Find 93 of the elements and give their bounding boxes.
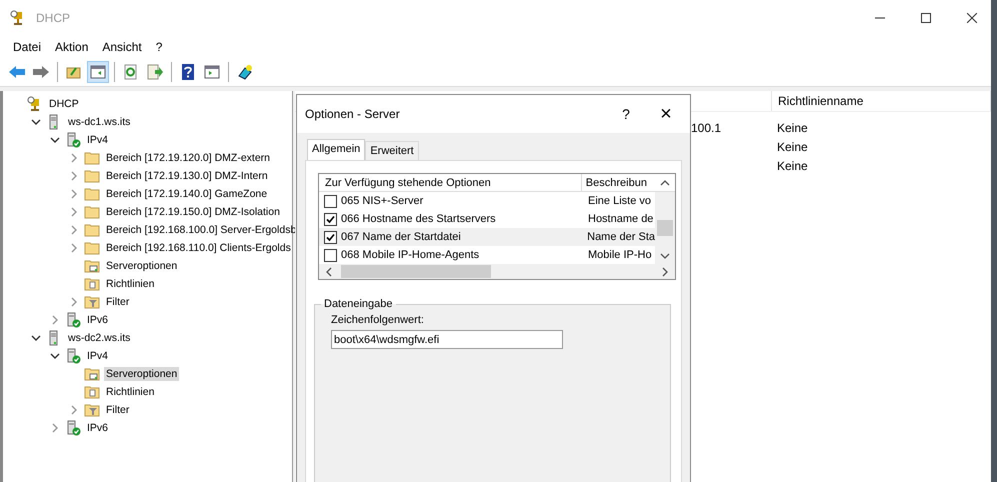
chevron-right-icon[interactable]	[69, 405, 79, 415]
maximize-icon[interactable]	[921, 13, 931, 23]
checkbox[interactable]	[324, 248, 337, 262]
server-check-icon	[65, 312, 81, 328]
table-cell: 100.1	[691, 120, 722, 134]
column-header[interactable]: Richtlinienname	[771, 91, 991, 111]
tree-item[interactable]: IPv4	[85, 133, 110, 147]
folder-icon	[84, 168, 100, 184]
scroll-down-icon[interactable]	[660, 252, 670, 260]
column-header[interactable]: Beschreibun	[582, 176, 656, 188]
window-title: DHCP	[36, 11, 70, 25]
option-row[interactable]: 066 Hostname des Startservers Hostname de	[319, 210, 655, 228]
scroll-left-icon[interactable]	[325, 266, 333, 276]
checkbox[interactable]	[324, 230, 337, 244]
checkbox[interactable]	[324, 194, 337, 208]
menu-item[interactable]: Aktion	[55, 40, 88, 54]
tree-item[interactable]: Bereich [172.19.130.0] DMZ-Intern	[104, 169, 270, 183]
chevron-right-icon[interactable]	[50, 315, 60, 325]
chevron-down-icon[interactable]	[31, 333, 41, 343]
folder-document-icon	[84, 384, 100, 400]
server-check-icon	[65, 132, 81, 148]
tree-item[interactable]: ws-dc2.ws.its	[66, 331, 132, 345]
tree-item[interactable]: IPv6	[85, 421, 110, 435]
folder-icon	[84, 204, 100, 220]
tree-item[interactable]: Filter	[104, 403, 132, 417]
tree-item[interactable]: Filter	[104, 295, 132, 309]
folder-icon	[84, 240, 100, 256]
option-row[interactable]: 068 Mobile IP-Home-Agents Mobile IP-Ho	[319, 246, 655, 264]
folder-grid-icon	[84, 366, 100, 382]
chevron-right-icon[interactable]	[69, 189, 79, 199]
chevron-right-icon[interactable]	[69, 207, 79, 217]
tree-item[interactable]: Bereich [192.168.100.0] Server-Ergoldsb	[104, 223, 298, 237]
table-cell: Keine	[777, 140, 808, 154]
scroll-right-icon[interactable]	[661, 266, 669, 276]
folder-icon	[84, 186, 100, 202]
folder-icon	[84, 150, 100, 166]
horizontal-scrollbar[interactable]	[319, 264, 675, 279]
document-arrow-icon	[146, 64, 164, 80]
close-icon[interactable]	[967, 13, 977, 23]
tree-item[interactable]: IPv6	[85, 313, 110, 327]
chevron-right-icon[interactable]	[50, 423, 60, 433]
table-cell: Keine	[777, 158, 808, 172]
tree-item[interactable]: Bereich [172.19.140.0] GameZone	[104, 187, 270, 201]
chevron-right-icon[interactable]	[69, 243, 79, 253]
help-button[interactable]: ?	[606, 106, 646, 122]
help-icon	[179, 64, 197, 80]
chevron-down-icon[interactable]	[50, 135, 60, 145]
folder-grid-icon	[84, 258, 100, 274]
folder-funnel-icon	[84, 294, 100, 310]
tree-item[interactable]: Bereich [172.19.150.0] DMZ-Isolation	[104, 205, 282, 219]
vertical-scrollbar[interactable]	[655, 192, 675, 264]
chevron-right-icon[interactable]	[69, 225, 79, 235]
tree-item[interactable]: Richtlinien	[104, 277, 156, 291]
menu-item[interactable]: Ansicht	[102, 40, 142, 54]
tab[interactable]: Erweitert	[365, 141, 419, 160]
window-pane-icon	[89, 64, 107, 80]
menu-item[interactable]: Datei	[13, 40, 42, 54]
chevron-right-icon[interactable]	[69, 153, 79, 163]
server-check-icon	[65, 420, 81, 436]
menu-item[interactable]: ?	[156, 40, 162, 54]
column-header[interactable]: Zur Verfügung stehende Optionen	[319, 174, 582, 191]
scroll-up-icon[interactable]	[660, 178, 670, 186]
group-title: Dateneingabe	[323, 298, 394, 310]
folder-icon	[84, 222, 100, 238]
folder-funnel-icon	[84, 402, 100, 418]
tree-item[interactable]: Richtlinien	[104, 385, 156, 399]
tree-item[interactable]: IPv4	[85, 349, 110, 363]
server-check-icon	[65, 348, 81, 364]
table-cell: Keine	[777, 120, 808, 134]
close-button[interactable]: ×	[646, 102, 686, 126]
chevron-right-icon[interactable]	[69, 171, 79, 181]
folder-document-icon	[84, 276, 100, 292]
chevron-down-icon[interactable]	[31, 117, 41, 127]
tree-item[interactable]: Serveroptionen	[104, 259, 180, 273]
tree-item[interactable]: Bereich [192.168.110.0] Clients-Ergolds	[104, 241, 293, 255]
option-row[interactable]: 065 NIS+-Server Eine Liste vo	[319, 192, 655, 210]
arrow-right-icon	[32, 64, 50, 80]
tree-item[interactable]: ws-dc1.ws.its	[66, 115, 132, 129]
dialog-title: Optionen - Server	[305, 107, 401, 121]
option-row[interactable]: 067 Name der Startdatei Name der Sta	[319, 228, 655, 246]
scrollbar-thumb[interactable]	[657, 220, 673, 236]
chevron-right-icon[interactable]	[69, 297, 79, 307]
checkbox[interactable]	[324, 212, 337, 226]
arrow-left-icon	[8, 64, 26, 80]
tab[interactable]: Allgemein	[307, 139, 366, 160]
tree-button[interactable]	[87, 61, 109, 83]
tree-item[interactable]: Serveroptionen	[104, 367, 180, 381]
tree-item[interactable]: Bereich [172.19.120.0] DMZ-extern	[104, 151, 272, 165]
field-label: Zeichenfolgenwert:	[331, 314, 425, 326]
chevron-down-icon[interactable]	[50, 351, 60, 361]
tree-item[interactable]: DHCP	[47, 97, 81, 111]
window-pane-icon	[203, 64, 221, 80]
string-value-field[interactable]: boot\x64\wdsmgfw.efi	[331, 330, 563, 349]
